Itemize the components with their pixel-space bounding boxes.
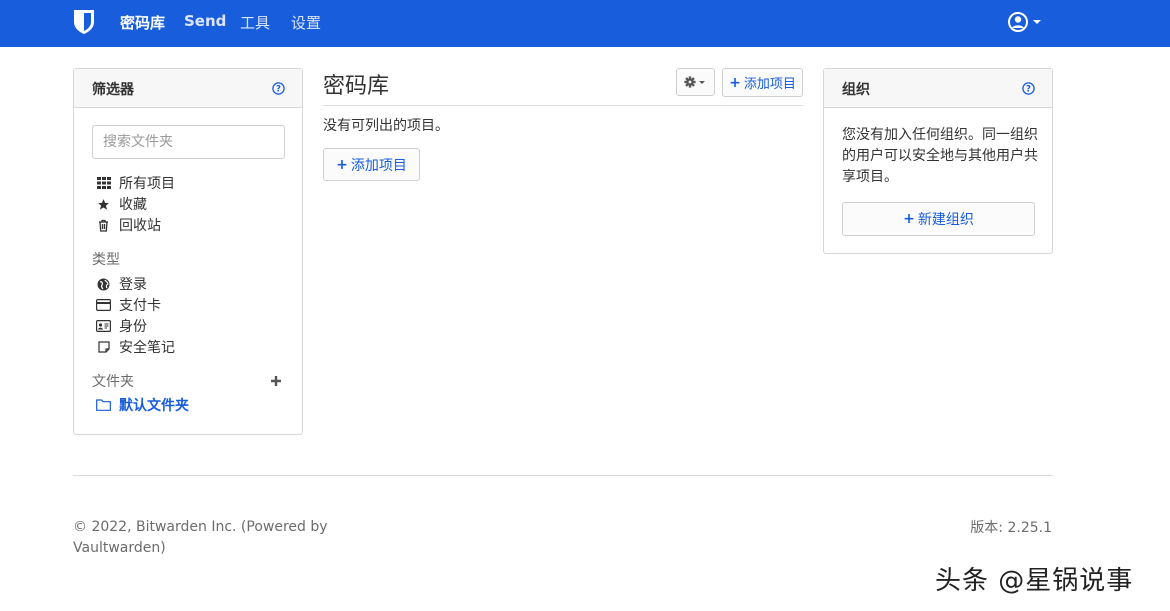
note-icon [96,340,111,354]
filter-favorites-label: 收藏 [119,197,147,213]
filter-all-items-label: 所有项目 [119,176,175,192]
filter-all-items[interactable]: 所有项目 [96,173,175,193]
help-icon[interactable]: ? [272,82,285,95]
filter-type-secure-note[interactable]: 安全笔记 [96,337,175,357]
footer-divider [73,475,1053,476]
plus-icon: + [336,156,348,173]
filter-favorites[interactable]: 收藏 [96,194,147,214]
search-folder-input[interactable] [92,125,285,159]
star-icon [96,197,111,211]
top-navbar: 密码库 Send 工具 设置 [0,0,1170,47]
filter-trash-label: 回收站 [119,218,161,234]
filter-type-login[interactable]: 登录 [96,274,147,294]
org-title: 组织 [842,82,870,98]
grid-icon [96,176,111,190]
vault-options-button[interactable] [676,68,715,96]
nav-settings[interactable]: 设置 [291,12,321,33]
chevron-down-icon [1033,20,1041,24]
folder-icon [96,398,111,412]
filter-type-identity[interactable]: 身份 [96,316,147,336]
globe-icon [96,277,111,291]
filter-trash[interactable]: 回收站 [96,215,161,235]
gear-icon [683,76,705,88]
new-organization-button[interactable]: + 新建组织 [842,202,1035,236]
svg-text:?: ? [1026,85,1031,95]
filter-header: 筛选器 ? [74,69,302,108]
watermark-text: 头条 @星锅说事 [935,566,1134,596]
types-section-label: 类型 [92,252,120,268]
trash-icon [96,218,111,232]
add-item-main-label: 添加项目 [350,157,407,174]
page-title: 密码库 [323,74,390,99]
help-icon[interactable]: ? [1022,82,1035,95]
folders-section-label: 文件夹 [92,374,134,390]
filter-type-card-label: 支付卡 [119,298,161,314]
nav-vault[interactable]: 密码库 [120,12,165,33]
nav-tools[interactable]: 工具 [240,12,270,33]
credit-card-icon [96,298,111,312]
filter-type-card[interactable]: 支付卡 [96,295,161,315]
empty-state-text: 没有可列出的项目。 [323,118,449,134]
footer-copyright: © 2022, Bitwarden Inc. (Powered by Vault… [73,519,328,556]
filter-type-secure-note-label: 安全笔记 [119,340,175,356]
user-circle-icon [1008,12,1041,32]
filter-type-identity-label: 身份 [119,319,147,335]
add-item-button-top[interactable]: + 添加项目 [722,68,803,97]
folder-default-label: 默认文件夹 [119,398,189,414]
id-card-icon [96,319,111,333]
folder-default[interactable]: 默认文件夹 [96,395,189,415]
account-menu-button[interactable] [1007,11,1045,33]
add-folder-plus-icon[interactable] [269,374,283,388]
new-org-label: 新建组织 [917,212,974,228]
org-description: 您没有加入任何组织。同一组织的用户可以安全地与其他用户共享项目。 [842,127,1038,185]
filter-type-login-label: 登录 [119,277,147,293]
svg-text:?: ? [276,85,281,95]
footer-version: 版本: 2.25.1 [970,520,1052,536]
title-divider [323,105,803,106]
organizations-panel: 组织 ? 您没有加入任何组织。同一组织的用户可以安全地与其他用户共享项目。 + … [823,68,1053,254]
nav-send[interactable]: Send [184,12,226,30]
plus-icon: + [729,74,741,91]
add-item-label: 添加项目 [743,77,796,92]
filter-title: 筛选器 [92,82,134,98]
plus-icon: + [903,211,915,227]
add-item-button-main[interactable]: + 添加项目 [323,148,420,181]
org-header: 组织 ? [824,69,1052,108]
bitwarden-logo-icon[interactable] [73,9,95,35]
filter-panel: 筛选器 ? 所有项目 收藏 回收站 类型 [73,68,303,435]
